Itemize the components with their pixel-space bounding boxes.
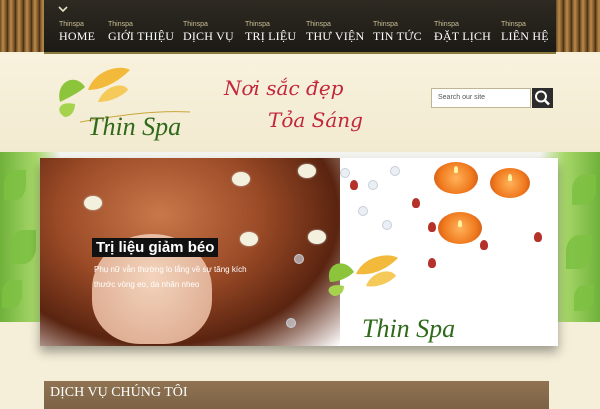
candle-flame <box>458 220 462 227</box>
leaf-decoration <box>10 230 36 264</box>
section-title: DỊCH VỤ CHÚNG TÔI <box>50 385 188 400</box>
nav-item-sublabel: Thinspa <box>59 21 84 28</box>
flower-decoration <box>240 232 258 246</box>
nav-item-label: DỊCH VỤ <box>183 29 234 43</box>
nav-item-label: TRỊ LIỆU <box>245 29 297 43</box>
bamboo-decoration-left <box>0 0 44 52</box>
petal-decoration <box>412 198 420 208</box>
banner-logo-mark <box>328 255 398 296</box>
nav-item-dich-vu[interactable]: Thinspa DỊCH VỤ <box>183 20 234 43</box>
petal-decoration <box>428 222 436 232</box>
nav-item-label: LIÊN HỆ <box>501 29 549 43</box>
petal-decoration <box>350 180 358 190</box>
flower-decoration <box>308 230 326 244</box>
nav-item-sublabel: Thinspa <box>306 21 331 28</box>
candle-decoration <box>490 168 530 198</box>
nav-item-label: ĐẶT LỊCH <box>434 29 492 43</box>
nav-item-label: GIỚI THIỆU <box>108 29 175 43</box>
bubble-decoration <box>368 180 378 190</box>
slogan-line-2: Tỏa Sáng <box>268 108 363 132</box>
bubble-decoration <box>382 220 392 230</box>
bubble-decoration <box>340 168 350 178</box>
nav-item-sublabel: Thinspa <box>373 21 398 28</box>
slogan-line-1: Nơi sắc đẹp <box>224 76 344 100</box>
leaf-decoration <box>574 285 594 311</box>
candle-flame <box>508 174 512 181</box>
nav-item-sublabel: Thinspa <box>183 21 208 28</box>
candle-decoration <box>438 212 482 244</box>
nav-item-sublabel: Thinspa <box>245 21 270 28</box>
banner-description: Phụ nữ vẫn thường lo lắng về sự tăng kíc… <box>94 265 247 289</box>
nav-item-sublabel: Thinspa <box>108 21 133 28</box>
chevron-down-icon[interactable] <box>58 5 68 16</box>
search-icon <box>535 90 550 106</box>
nav-item-gioi-thieu[interactable]: Thinspa GIỚI THIỆU <box>108 20 174 43</box>
bubble-decoration <box>358 206 368 216</box>
leaf-decoration <box>566 235 592 269</box>
bubble-decoration <box>294 254 304 264</box>
flower-decoration <box>232 172 250 186</box>
leaf-decoration <box>4 170 26 200</box>
nav-item-lien-he[interactable]: Thinspa LIÊN HỆ <box>501 20 549 43</box>
logo-text[interactable]: Thin Spa <box>88 112 181 142</box>
nav-item-dat-lich[interactable]: Thinspa ĐẶT LỊCH <box>434 20 491 43</box>
bubble-decoration <box>286 318 296 328</box>
search-button[interactable] <box>532 88 553 108</box>
nav-item-sublabel: Thinspa <box>501 21 526 28</box>
banner-title[interactable]: Trị liệu giảm béo <box>92 238 219 257</box>
flower-decoration <box>298 164 316 178</box>
bamboo-decoration-right <box>556 0 600 52</box>
nav-item-tri-lieu[interactable]: Thinspa TRỊ LIỆU <box>245 20 296 43</box>
leaf-decoration <box>2 280 22 308</box>
nav-item-label: THƯ VIỆN <box>306 29 365 43</box>
nav-item-sublabel: Thinspa <box>434 21 459 28</box>
petal-decoration <box>534 232 542 242</box>
nav-item-label: HOME <box>59 29 96 43</box>
leaf-decoration <box>572 175 596 205</box>
flower-decoration <box>84 196 102 210</box>
search-input[interactable]: Search our site <box>431 88 531 108</box>
nav-item-tin-tuc[interactable]: Thinspa TIN TỨC <box>373 20 422 43</box>
nav-item-label: TIN TỨC <box>373 29 422 43</box>
nav-item-home[interactable]: Thinspa HOME <box>59 20 95 43</box>
nav-item-thu-vien[interactable]: Thinspa THƯ VIỆN <box>306 20 364 43</box>
candle-flame <box>454 166 458 173</box>
bubble-decoration <box>390 166 400 176</box>
banner-logo-text: Thin Spa <box>362 314 456 343</box>
petal-decoration <box>480 240 488 250</box>
